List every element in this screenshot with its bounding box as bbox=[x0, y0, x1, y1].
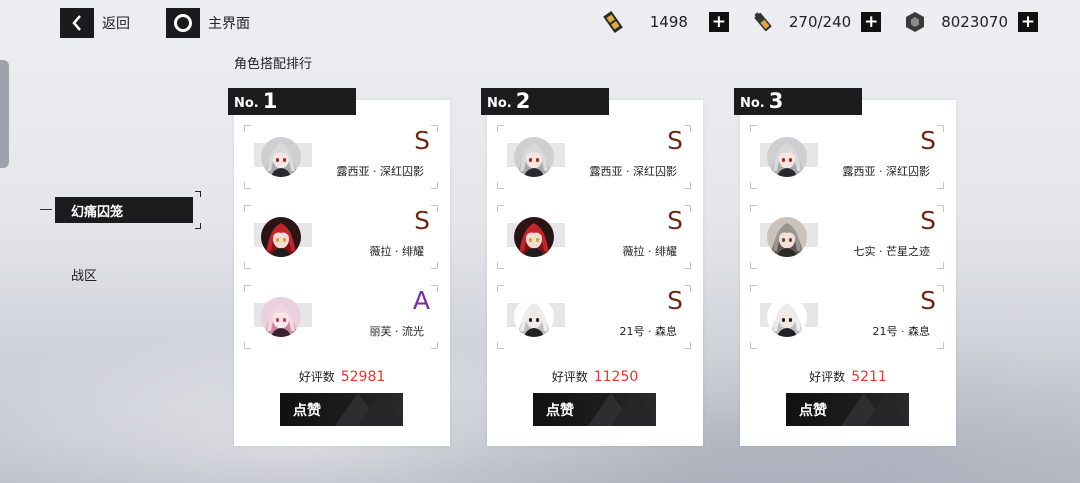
like-button-label: 点赞 bbox=[293, 402, 321, 419]
character-avatar bbox=[261, 217, 301, 257]
back-label: 返回 bbox=[102, 16, 130, 32]
character-slot[interactable]: S 薇拉 · 绯耀 bbox=[497, 205, 691, 269]
character-slot[interactable]: S 露西亚 · 深红囚影 bbox=[750, 125, 944, 189]
like-button-label: 点赞 bbox=[799, 402, 827, 419]
character-slot[interactable]: A 丽芙 · 流光 bbox=[244, 285, 438, 349]
rank-prefix: No. bbox=[487, 96, 512, 111]
add-battery-button[interactable]: + bbox=[861, 12, 882, 32]
resource-bar: 1498 + 270/240 + 8023070 + bbox=[579, 10, 1038, 34]
ranking-card-1: No. 1 S 露西亚 · 深红囚影 S 薇拉 · 绯耀 A 丽芙 · 流光 好… bbox=[228, 88, 450, 446]
ticket-count: 1498 bbox=[649, 13, 688, 31]
character-name: 露西亚 · 深红囚影 bbox=[336, 165, 425, 178]
character-avatar bbox=[767, 297, 807, 337]
selection-bracket-top bbox=[195, 191, 201, 197]
rank-number: 2 bbox=[515, 89, 531, 113]
likes-count: 5211 bbox=[851, 369, 887, 385]
home-circle-icon bbox=[166, 8, 200, 38]
selection-bracket-bottom bbox=[195, 223, 201, 229]
resource-battery: 270/240 + bbox=[751, 10, 882, 34]
character-avatar bbox=[261, 137, 301, 177]
sidebar-item-label: 幻痛囚笼 bbox=[71, 204, 124, 220]
rank-number: 3 bbox=[768, 89, 784, 113]
grade-letter: S bbox=[667, 206, 683, 235]
like-button-label: 点赞 bbox=[546, 402, 574, 419]
sidebar-item-phantom-cage[interactable]: 幻痛囚笼 bbox=[55, 197, 193, 223]
character-name: 丽芙 · 流光 bbox=[369, 325, 425, 338]
character-name: 露西亚 · 深红囚影 bbox=[589, 165, 678, 178]
like-button[interactable]: 点赞 bbox=[533, 393, 656, 426]
character-avatar bbox=[514, 297, 554, 337]
top-navigation: 返回 主界面 bbox=[60, 8, 250, 38]
rank-number: 1 bbox=[262, 89, 278, 113]
character-slot[interactable]: S 露西亚 · 深红囚影 bbox=[244, 125, 438, 189]
grade-letter: S bbox=[414, 126, 430, 155]
likes-row: 好评数 11250 bbox=[487, 368, 703, 385]
likes-row: 好评数 5211 bbox=[740, 368, 956, 385]
grade-letter: S bbox=[667, 126, 683, 155]
character-avatar bbox=[767, 137, 807, 177]
home-button[interactable]: 主界面 bbox=[166, 8, 250, 38]
back-arrow-icon bbox=[60, 8, 94, 38]
character-name: 薇拉 · 绯耀 bbox=[369, 245, 425, 258]
side-pull-tab[interactable] bbox=[0, 60, 9, 168]
character-name: 21号 · 森息 bbox=[872, 325, 931, 338]
ticket-icon bbox=[601, 10, 625, 34]
likes-count: 11250 bbox=[593, 369, 639, 385]
home-label: 主界面 bbox=[208, 16, 250, 32]
grade-letter: S bbox=[920, 126, 936, 155]
rank-prefix: No. bbox=[234, 96, 259, 111]
rank-badge: No. 3 bbox=[734, 88, 862, 115]
section-title: 角色搭配排行 bbox=[234, 57, 313, 72]
rank-badge: No. 2 bbox=[481, 88, 609, 115]
add-coin-button[interactable]: + bbox=[1018, 12, 1038, 32]
grade-letter: S bbox=[920, 286, 936, 315]
character-slot[interactable]: S 21号 · 森息 bbox=[497, 285, 691, 349]
grade-letter: S bbox=[667, 286, 683, 315]
hexagon-coin-icon bbox=[903, 10, 927, 34]
resource-coin: 8023070 + bbox=[903, 10, 1038, 34]
grade-letter: S bbox=[920, 206, 936, 235]
likes-label: 好评数 bbox=[298, 370, 335, 384]
like-button[interactable]: 点赞 bbox=[280, 393, 403, 426]
character-slot[interactable]: S 露西亚 · 深红囚影 bbox=[497, 125, 691, 189]
coin-count: 8023070 bbox=[941, 13, 1008, 31]
likes-label: 好评数 bbox=[809, 370, 846, 384]
rank-prefix: No. bbox=[740, 96, 765, 111]
grade-letter: A bbox=[412, 286, 430, 315]
character-name: 七实 · 芒星之迹 bbox=[853, 245, 931, 258]
battery-count: 270/240 bbox=[788, 13, 852, 31]
character-slot[interactable]: S 薇拉 · 绯耀 bbox=[244, 205, 438, 269]
selected-indicator bbox=[40, 209, 52, 210]
rank-badge: No. 1 bbox=[228, 88, 356, 115]
character-avatar bbox=[767, 217, 807, 257]
like-button[interactable]: 点赞 bbox=[786, 393, 909, 426]
character-avatar bbox=[261, 297, 301, 337]
character-avatar bbox=[514, 137, 554, 177]
grade-letter: S bbox=[414, 206, 430, 235]
likes-row: 好评数 52981 bbox=[234, 368, 450, 385]
character-name: 薇拉 · 绯耀 bbox=[622, 245, 678, 258]
sidebar-item-war-zone[interactable]: 战区 bbox=[71, 265, 97, 284]
character-name: 21号 · 森息 bbox=[619, 325, 678, 338]
ranking-card-2: No. 2 S 露西亚 · 深红囚影 S 薇拉 · 绯耀 S 21号 · 森息 … bbox=[481, 88, 703, 446]
add-ticket-button[interactable]: + bbox=[708, 12, 729, 32]
character-slot[interactable]: S 七实 · 芒星之迹 bbox=[750, 205, 944, 269]
battery-icon bbox=[751, 10, 775, 34]
likes-label: 好评数 bbox=[551, 370, 588, 384]
character-slot[interactable]: S 21号 · 森息 bbox=[750, 285, 944, 349]
back-button[interactable]: 返回 bbox=[60, 8, 130, 38]
character-avatar bbox=[514, 217, 554, 257]
character-name: 露西亚 · 深红囚影 bbox=[842, 165, 931, 178]
ranking-card-3: No. 3 S 露西亚 · 深红囚影 S 七实 · 芒星之迹 S 21号 · 森… bbox=[734, 88, 956, 446]
resource-ticket: 1498 + bbox=[601, 10, 729, 34]
likes-count: 52981 bbox=[340, 369, 386, 385]
